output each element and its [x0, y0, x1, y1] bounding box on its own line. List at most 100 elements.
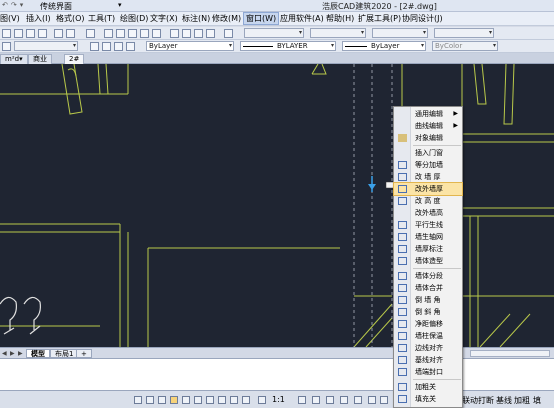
status-baseline[interactable]: 基线 — [496, 395, 512, 406]
workspace-icon[interactable] — [298, 396, 306, 404]
redo-icon[interactable]: ↷ — [11, 1, 17, 9]
menu-item-wall-merge[interactable]: 墙体合并 — [394, 282, 462, 294]
menu-item-equal-wall[interactable]: 等分加墙 — [394, 159, 462, 171]
fullscreen-icon[interactable] — [354, 396, 362, 404]
menu-item-parallel-line[interactable]: 平行生线 — [394, 219, 462, 231]
menu-window[interactable]: 窗口(W) — [242, 12, 280, 25]
menu-item-wall-dim[interactable]: 墙厚标注 — [394, 243, 462, 255]
menu-item-bold-off[interactable]: 加粗关 — [394, 381, 462, 393]
first-layout-icon[interactable]: ◀ — [2, 350, 7, 357]
isolate-icon[interactable] — [340, 396, 348, 404]
transparency-icon[interactable] — [242, 396, 250, 404]
menu-item-change-thickness[interactable]: 改 墙 厚 — [394, 171, 462, 183]
menu-dimension[interactable]: 标注(N) — [182, 13, 210, 24]
dyn-icon[interactable] — [218, 396, 226, 404]
status-break[interactable]: 打断 — [478, 395, 494, 406]
menu-item-wall-fillet[interactable]: 倒 墙 角 — [394, 294, 462, 306]
pan-icon[interactable] — [104, 29, 113, 38]
menu-extend-tools[interactable]: 扩展工具(P) — [358, 13, 401, 24]
menu-collab-design[interactable]: 协同设计(J) — [402, 13, 443, 24]
menu-format[interactable]: 格式(O) — [56, 13, 85, 24]
zoom-realtime-icon[interactable] — [116, 29, 125, 38]
file-tab-active[interactable]: 2# — [64, 54, 85, 64]
help-icon[interactable] — [224, 29, 233, 38]
next-layout-icon[interactable]: ▶ — [18, 350, 23, 357]
dim-style-select[interactable]: ▾ — [310, 28, 366, 38]
menu-item-change-height[interactable]: 改 高 度 — [394, 195, 462, 207]
menu-item-wall-to-grid[interactable]: 墙生轴网 — [394, 231, 462, 243]
menu-tools[interactable]: 工具(T) — [88, 13, 115, 24]
zoom-extents-icon[interactable] — [152, 29, 161, 38]
menu-insert[interactable]: 插入(I) — [26, 13, 51, 24]
zoom-previous-icon[interactable] — [140, 29, 149, 38]
menu-item-wall-chamfer[interactable]: 倒 斜 角 — [394, 306, 462, 318]
menu-item-insulation[interactable]: 墙柱保温 — [394, 330, 462, 342]
menu-item-offset[interactable]: 净距偏移 — [394, 318, 462, 330]
settings-icon[interactable] — [380, 396, 388, 404]
menu-view[interactable]: 图(V) — [0, 13, 20, 24]
osnap-icon[interactable] — [182, 396, 190, 404]
menu-item-fill-off[interactable]: 填充关 — [394, 393, 462, 405]
file-tab-1[interactable]: m²d▾ — [0, 54, 28, 64]
new-icon[interactable] — [2, 29, 11, 38]
horizontal-scrollbar[interactable] — [470, 350, 550, 357]
customize-status-icon[interactable] — [368, 396, 376, 404]
command-line[interactable] — [0, 358, 554, 390]
zoom-window-icon[interactable] — [128, 29, 137, 38]
plot-style-select[interactable]: ByColor ▾ — [432, 41, 498, 51]
open-icon[interactable] — [14, 29, 23, 38]
ortho-icon[interactable] — [158, 396, 166, 404]
layer-off-icon[interactable] — [126, 42, 135, 51]
menu-help[interactable]: 帮助(H) — [326, 13, 354, 24]
drawing-canvas[interactable] — [0, 64, 554, 347]
lock-icon[interactable] — [312, 396, 320, 404]
layer-freeze-icon[interactable] — [114, 42, 123, 51]
layer-manager-icon[interactable] — [2, 42, 11, 51]
layer-iso-icon[interactable] — [102, 42, 111, 51]
polar-icon[interactable] — [170, 396, 178, 404]
scale-display[interactable]: 1:1 — [272, 395, 285, 404]
lineweight-icon[interactable] — [230, 396, 238, 404]
add-layout-tab[interactable]: + — [76, 349, 92, 358]
hardware-accel-icon[interactable] — [326, 396, 334, 404]
ducs-icon[interactable] — [206, 396, 214, 404]
menu-text[interactable]: 文字(X) — [150, 13, 178, 24]
sheet-set-icon[interactable] — [206, 29, 215, 38]
menu-item-object-edit[interactable]: 对象编辑 — [394, 132, 462, 144]
menu-modify[interactable]: 修改(M) — [212, 13, 241, 24]
menu-item-outer-wall-thickness[interactable]: 改外墙厚 — [393, 182, 463, 196]
layer-select[interactable]: ▾ — [14, 41, 78, 51]
table-style-select[interactable]: ▾ — [372, 28, 428, 38]
status-bold[interactable]: 加粗 — [514, 395, 530, 406]
menu-draw[interactable]: 绘图(D) — [120, 13, 148, 24]
model-tab[interactable]: 模型 — [26, 349, 50, 358]
status-linkage[interactable]: 联动 — [462, 395, 478, 406]
multileader-style-select[interactable]: ▾ — [434, 28, 494, 38]
layer-previous-icon[interactable] — [90, 42, 99, 51]
lineweight-select[interactable]: ByLayer ▾ — [342, 41, 426, 51]
dropdown-icon[interactable]: ▾ — [20, 1, 24, 9]
print-icon[interactable] — [38, 29, 47, 38]
customize-icon[interactable]: ▾ — [118, 1, 122, 9]
menu-item-wall-shape[interactable]: 墙体造型 — [394, 255, 462, 267]
undo-icon[interactable]: ↶ — [2, 1, 8, 9]
workspace-selector[interactable]: 传统界面 — [40, 1, 72, 12]
menu-item-baseline-align[interactable]: 基线对齐 — [394, 354, 462, 366]
menu-item-insert-door-window[interactable]: 插入门窗 — [394, 147, 462, 159]
layout1-tab[interactable]: 布局1 — [50, 349, 79, 358]
menu-item-wall-end-cap[interactable]: 墙端封口 — [394, 366, 462, 378]
menu-item-edge-align[interactable]: 边线对齐 — [394, 342, 462, 354]
annotation-icon[interactable] — [258, 396, 266, 404]
last-layout-icon[interactable]: ▶ — [10, 350, 15, 357]
redo-tool-icon[interactable] — [86, 29, 95, 38]
design-center-icon[interactable] — [182, 29, 191, 38]
file-tab-2[interactable]: 商业 — [28, 54, 52, 64]
save-icon[interactable] — [26, 29, 35, 38]
layer-property-select[interactable]: ByLayer ▾ — [146, 41, 234, 51]
text-style-select[interactable]: ▾ — [244, 28, 304, 38]
grid-icon[interactable] — [146, 396, 154, 404]
menu-item-outer-wall-height[interactable]: 改外墙高 — [394, 207, 462, 219]
otrack-icon[interactable] — [194, 396, 202, 404]
menu-item-curve-edit[interactable]: 曲线编辑 ▶ — [394, 120, 462, 132]
status-fill[interactable]: 填 — [533, 395, 541, 406]
